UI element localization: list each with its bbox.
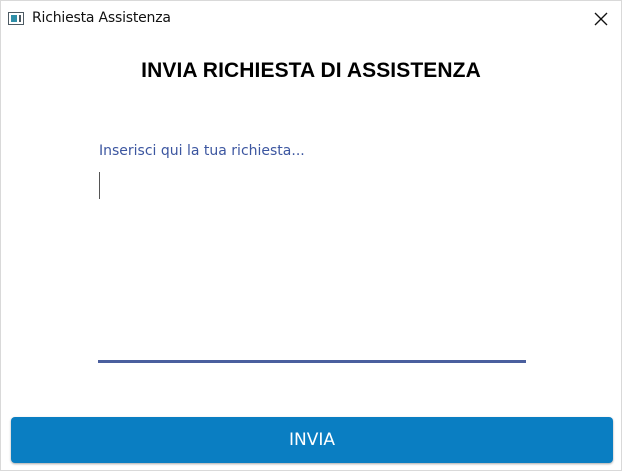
page-title: INVIA RICHIESTA DI ASSISTENZA xyxy=(141,59,481,82)
submit-button[interactable]: INVIA xyxy=(11,417,613,463)
text-cursor xyxy=(99,172,100,199)
close-button[interactable] xyxy=(581,1,621,37)
title-bar: Richiesta Assistenza xyxy=(1,1,621,37)
request-assistance-window: Richiesta Assistenza INVIA RICHIESTA DI … xyxy=(0,0,622,471)
request-input[interactable] xyxy=(99,143,519,353)
window-title: Richiesta Assistenza xyxy=(32,10,171,26)
close-icon xyxy=(594,12,608,26)
request-text-area[interactable] xyxy=(98,141,526,363)
app-window-icon xyxy=(8,12,24,25)
